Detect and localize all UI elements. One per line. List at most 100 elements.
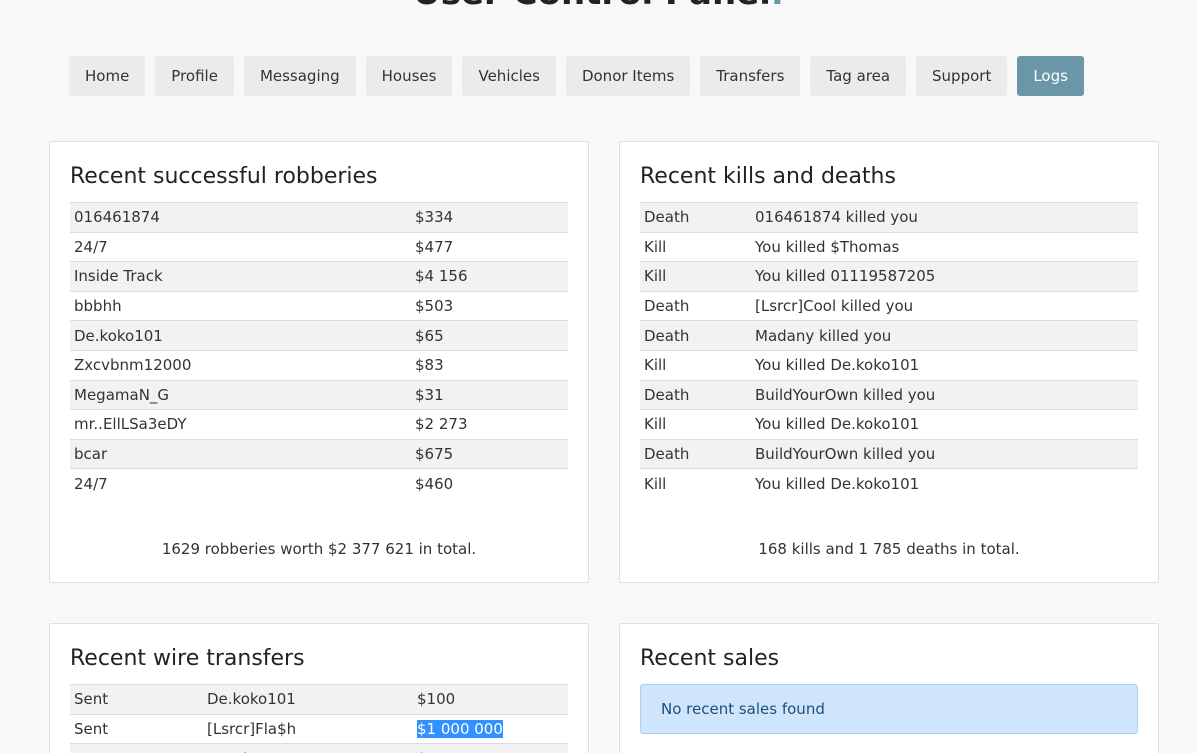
nav-donor-items[interactable]: Donor Items (565, 56, 691, 96)
nav-vehicles[interactable]: Vehicles (462, 56, 556, 96)
page-title-text: User Control Panel (413, 0, 771, 8)
transfers-table: Sent De.koko101 $100 Sent [Lsrcr]Fla$h $1 000… (70, 684, 568, 753)
robberies-row: bcar $675 (70, 438, 568, 469)
robberies-amount-cell: $477 (411, 231, 568, 262)
kills-total: 168 kills and 1 785 deaths in total. (758, 540, 1020, 558)
robberies-row: 016461874 $334 (70, 202, 568, 233)
robberies-target-cell: mr..EllLSa3eDY (70, 409, 411, 440)
robberies-target-cell: Zxcvbnm12000 (70, 349, 411, 381)
main-nav: Home Profile Messaging Houses Vehicles D… (69, 56, 1084, 96)
kills-description-cell: BuildYourOwn killed you (751, 438, 1138, 469)
robberies-amount-cell: $83 (411, 349, 568, 381)
transfers-direction-cell: Sent (70, 743, 203, 753)
kills-type-cell: Death (640, 290, 751, 321)
kills-row: Death [Lsrcr]Cool killed you (640, 290, 1138, 321)
robberies-amount-cell: $31 (411, 379, 568, 410)
robberies-row: mr..EllLSa3eDY $2 273 (70, 409, 568, 440)
robberies-row: 24/7 $477 (70, 231, 568, 262)
nav-home[interactable]: Home (69, 56, 146, 96)
transfers-row: Sent De.koko101 $100 (70, 684, 568, 715)
kills-row: Kill You killed $Thomas (640, 231, 1138, 262)
robberies-row: 24/7 $460 (70, 468, 568, 499)
robberies-row: Inside Track $4 156 (70, 261, 568, 292)
kills-row: Kill You killed De.koko101 (640, 409, 1138, 440)
robberies-row: MegamaN_G $31 (70, 379, 568, 410)
robberies-amount-cell: $460 (411, 468, 568, 499)
nav-houses[interactable]: Houses (365, 56, 453, 96)
sales-card: Recent sales No recent sales found (619, 623, 1159, 753)
kills-row: Death BuildYourOwn killed you (640, 438, 1138, 469)
robberies-amount-cell: $675 (411, 438, 568, 469)
kills-title: Recent kills and deaths (640, 164, 896, 189)
robberies-target-cell: MegamaN_G (70, 379, 411, 410)
kills-row: Death 016461874 killed you (640, 202, 1138, 233)
transfers-row: SentZxcvbnm12000$100 (70, 743, 568, 753)
robberies-amount-cell: $65 (411, 320, 568, 351)
selected-amount: $1 000 000 (417, 719, 503, 738)
robberies-row: Zxcvbnm12000 $83 (70, 349, 568, 381)
robberies-target-cell: De.koko101 (70, 320, 411, 351)
kills-type-cell: Kill (640, 231, 751, 262)
transfers-amount-cell: $1 000 000 (413, 713, 568, 744)
nav-messaging[interactable]: Messaging (243, 56, 356, 96)
kills-type-cell: Death (640, 320, 751, 351)
transfers-recipient-cell: Zxcvbnm12000 (203, 743, 413, 753)
robberies-amount-cell: $503 (411, 290, 568, 321)
transfers-amount-cell: $100 (413, 743, 568, 753)
page-title-dot: . (771, 0, 784, 8)
kills-table: Death 016461874 killed you Kill You killed … (640, 202, 1138, 499)
robberies-card: Recent successful robberies 016461874 $33… (49, 141, 589, 583)
nav-transfers[interactable]: Transfers (700, 56, 801, 96)
nav-tag-area[interactable]: Tag area (810, 56, 907, 96)
kills-row: Kill You killed 01119587205 (640, 261, 1138, 292)
sales-title: Recent sales (640, 646, 780, 671)
transfers-recipient-cell: De.koko101 (203, 684, 413, 715)
transfers-recipient-cell: [Lsrcr]Fla$h (203, 713, 413, 744)
robberies-target-cell: bcar (70, 438, 411, 469)
kills-type-cell: Kill (640, 261, 751, 292)
kills-card: Recent kills and deaths Death 016461874 k… (619, 141, 1159, 583)
nav-logs[interactable]: Logs (1017, 56, 1084, 96)
no-sales-alert: No recent sales found (640, 684, 1138, 734)
transfers-amount-cell: $100 (413, 684, 568, 715)
transfers-direction-cell: Sent (70, 684, 203, 715)
kills-description-cell: Madany killed you (751, 320, 1138, 351)
transfers-direction-cell: Sent (70, 713, 203, 744)
kills-row: Kill You killed De.koko101 (640, 349, 1138, 381)
robberies-table: 016461874 $334 24/7 $477 Inside Track $4 156 b… (70, 202, 568, 499)
robberies-amount-cell: $2 273 (411, 409, 568, 440)
transfers-card: Recent wire transfers Sent De.koko101 $100… (49, 623, 589, 753)
page-title: User Control Panel. (0, 0, 1197, 8)
kills-type-cell: Death (640, 379, 751, 410)
nav-support[interactable]: Support (916, 56, 1008, 96)
robberies-target-cell: 016461874 (70, 202, 411, 233)
robberies-amount-cell: $4 156 (411, 261, 568, 292)
kills-description-cell: 016461874 killed you (751, 202, 1138, 233)
kills-row: Kill You killed De.koko101 (640, 468, 1138, 499)
kills-description-cell: BuildYourOwn killed you (751, 379, 1138, 410)
robberies-row: bbbhh $503 (70, 290, 568, 321)
kills-row: Death BuildYourOwn killed you (640, 379, 1138, 410)
robberies-amount-cell: $334 (411, 202, 568, 233)
robberies-total: 1629 robberies worth $2 377 621 in total… (161, 540, 477, 558)
robberies-target-cell: Inside Track (70, 261, 411, 292)
kills-type-cell: Death (640, 438, 751, 469)
robberies-row: De.koko101 $65 (70, 320, 568, 351)
robberies-target-cell: 24/7 (70, 468, 411, 499)
robberies-target-cell: bbbhh (70, 290, 411, 321)
kills-description-cell: You killed De.koko101 (751, 409, 1138, 440)
robberies-target-cell: 24/7 (70, 231, 411, 262)
nav-profile[interactable]: Profile (155, 56, 234, 96)
kills-type-cell: Kill (640, 468, 751, 499)
kills-type-cell: Death (640, 202, 751, 233)
kills-row: Death Madany killed you (640, 320, 1138, 351)
kills-type-cell: Kill (640, 409, 751, 440)
kills-description-cell: You killed De.koko101 (751, 468, 1138, 499)
kills-type-cell: Kill (640, 349, 751, 381)
kills-description-cell: You killed $Thomas (751, 231, 1138, 262)
robberies-title: Recent successful robberies (70, 164, 378, 189)
transfers-row: Sent [Lsrcr]Fla$h $1 000 000 (70, 713, 568, 744)
transfers-title: Recent wire transfers (70, 646, 305, 671)
kills-description-cell: You killed 01119587205 (751, 261, 1138, 292)
kills-description-cell: [Lsrcr]Cool killed you (751, 290, 1138, 321)
